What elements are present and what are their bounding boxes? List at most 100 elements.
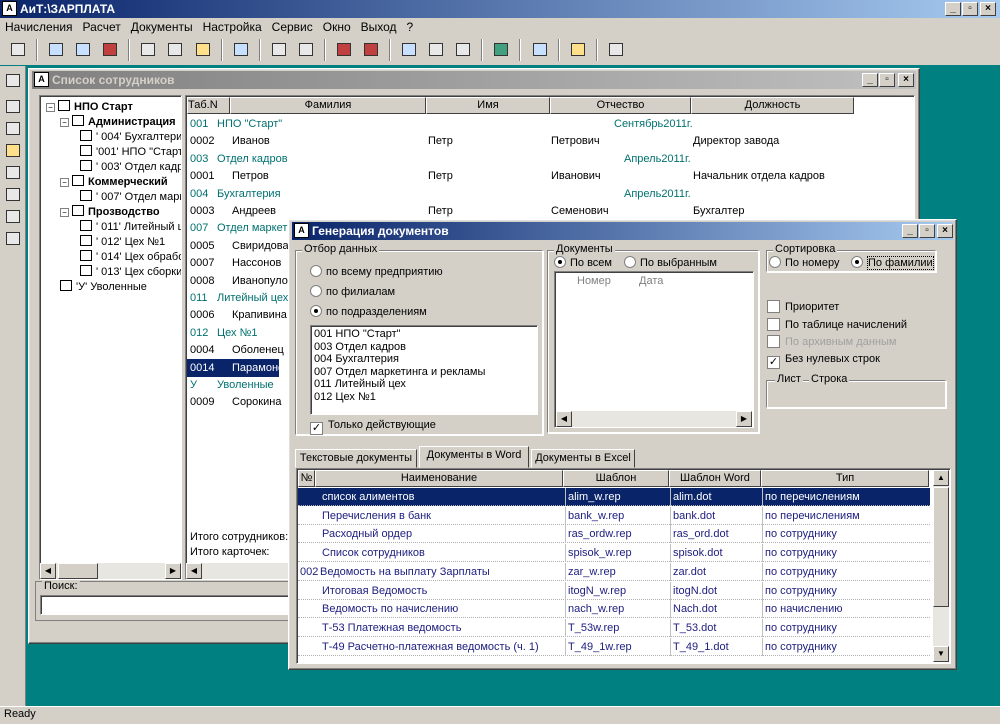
sort-by-number[interactable]: По номеру	[769, 256, 839, 269]
docs-scroll-left-icon[interactable]: ◀	[556, 411, 572, 427]
tree-node-root[interactable]: − НПО Старт	[46, 100, 133, 114]
side-tool-7-icon[interactable]	[2, 206, 24, 228]
doc-column-header[interactable]: Тип	[761, 470, 929, 487]
menu-item[interactable]: ?	[402, 18, 419, 36]
checkbox-icon[interactable]: ✓	[767, 355, 780, 369]
side-tool-4-icon[interactable]	[2, 140, 24, 162]
doc-template-row[interactable]: Т-49 Расчетно-платежная ведомость (ч. 1)…	[298, 637, 930, 656]
tree-node-department[interactable]: ' 014' Цех обработки	[80, 250, 181, 264]
doc-template-row[interactable]: 002 Ведомость на выплату Зарплаты zar_w.re…	[298, 562, 930, 581]
doc-template-row[interactable]: Итоговая Ведомость itogN_w.rep itogN.dot по…	[298, 581, 930, 600]
doc-template-row[interactable]: Расходный ордер ras_ordw.rep ras_ord.dot по…	[298, 525, 930, 544]
menu-item[interactable]: Документы	[126, 18, 198, 36]
side-tool-8-icon[interactable]	[2, 228, 24, 250]
department-listbox[interactable]: 001 НПО "Старт" 003 Отдел кадров 004 Бухга…	[310, 325, 538, 415]
grid-hscroll[interactable]: ◀	[186, 563, 296, 579]
radio-branches-icon[interactable]	[310, 285, 322, 297]
employee-row[interactable]: 0014 Парамонов	[187, 358, 290, 377]
list-icon[interactable]	[529, 39, 551, 61]
tree-node-group[interactable]: − Прозводство	[60, 205, 160, 219]
active-only-checkbox[interactable]: ✓ Только действующие	[310, 419, 436, 435]
sort-by-name[interactable]: По фамилии	[851, 256, 934, 270]
employee-row[interactable]: 001 НПО "Старт" Сентябрь2011г.	[187, 115, 913, 133]
employee-row[interactable]: 0001 Петров Петр Иванович Начальник отдела к…	[187, 167, 913, 185]
doc-template-row[interactable]: Т-53 Платежная ведомость T_53w.rep T_53.do…	[298, 618, 930, 637]
emp-close-button[interactable]: ×	[898, 73, 914, 87]
docgen-tab[interactable]: Документы в Excel	[531, 449, 635, 468]
close-button[interactable]: ×	[980, 2, 996, 16]
docgen-minimize-button[interactable]: _	[902, 224, 918, 238]
emp-maximize-button[interactable]: ▫	[879, 73, 895, 87]
emp-minimize-button[interactable]: _	[862, 73, 878, 87]
checkmark-icon[interactable]: ✓	[310, 422, 323, 435]
radio-docs-all-icon[interactable]	[554, 256, 566, 268]
tree-node-group[interactable]: − Коммерческий	[60, 175, 168, 189]
doc-template-row[interactable]: список алиментов alim_w.rep alim.dot по пер…	[298, 488, 930, 506]
maximize-button[interactable]: ▫	[962, 2, 978, 16]
filter-option-departments[interactable]: по подразделениям	[310, 305, 427, 318]
doc-template-row[interactable]: Ведомость по начислению nach_w.rep Nach.do…	[298, 600, 930, 619]
calc-icon[interactable]	[268, 39, 290, 61]
tree-node-group[interactable]: 'У' Уволенные	[60, 280, 147, 294]
folder-icon[interactable]	[490, 39, 512, 61]
option-checkbox[interactable]: ✓ Без нулевых строк	[767, 353, 880, 369]
employees-column-header[interactable]: Имя	[426, 97, 550, 114]
radio-sort-name-icon[interactable]	[851, 256, 863, 268]
radio-all-icon[interactable]	[310, 265, 322, 277]
note-icon[interactable]	[398, 39, 420, 61]
scroll-up-icon[interactable]: ▲	[933, 470, 949, 486]
edit-icon[interactable]	[192, 39, 214, 61]
filter-icon[interactable]	[425, 39, 447, 61]
collapse-icon[interactable]: −	[60, 178, 69, 187]
tree-node-department[interactable]: ' 007' Отдел маркетинга	[80, 190, 181, 204]
menu-item[interactable]: Расчет	[78, 18, 126, 36]
doc-column-header[interactable]: №	[298, 470, 315, 487]
employee-row[interactable]: 0003 Андреев Петр Семенович Бухгалтер	[187, 202, 913, 220]
tree-node-department[interactable]: ' 004' Бухгалтерия	[80, 130, 181, 144]
checker-icon[interactable]	[295, 39, 317, 61]
tree-node-department[interactable]: ' 012' Цех №1	[80, 235, 165, 249]
docs-option-selected[interactable]: По выбранным	[624, 256, 717, 269]
employees-column-header[interactable]: Таб.N	[187, 97, 230, 114]
department-list-item[interactable]: 007 Отдел маркетинга и рекламы	[314, 366, 534, 379]
docgen-close-button[interactable]: ×	[937, 224, 953, 238]
menu-item[interactable]: Сервис	[267, 18, 318, 36]
grid-scroll-left-icon[interactable]: ◀	[186, 563, 202, 579]
checkbox-icon[interactable]	[767, 335, 780, 348]
checkbox-icon[interactable]	[767, 317, 780, 331]
sort-icon[interactable]	[137, 39, 159, 61]
doc-column-header[interactable]: Шаблон Word	[669, 470, 761, 487]
doc-column-header[interactable]: Шаблон	[563, 470, 669, 487]
network-icon[interactable]	[230, 39, 252, 61]
exit-icon[interactable]	[605, 39, 627, 61]
department-list-item[interactable]: 003 Отдел кадров	[314, 341, 534, 354]
department-tree[interactable]: − НПО Старт − Администрация ' 004' Бухгалтер…	[39, 95, 182, 580]
side-tool-2-icon[interactable]	[2, 96, 24, 118]
calendar-icon[interactable]	[99, 39, 121, 61]
option-checkbox[interactable]: По архивным данным	[767, 335, 896, 348]
employee-row[interactable]: 0002 Иванов Петр Петрович Директор завода	[187, 132, 913, 150]
collapse-icon[interactable]: −	[60, 118, 69, 127]
collapse-icon[interactable]: −	[60, 208, 69, 217]
docs-option-all[interactable]: По всем	[554, 256, 612, 269]
checkbox-icon[interactable]	[767, 300, 780, 313]
print-icon[interactable]	[360, 39, 382, 61]
scroll-down-icon[interactable]: ▼	[933, 646, 949, 662]
documents-list[interactable]: Номер Дата ◀ ▶	[554, 271, 754, 428]
department-list-item[interactable]: 001 НПО "Старт"	[314, 328, 534, 341]
doc-templates-table[interactable]: № Наименование Шаблон Шаблон Word Тип список …	[296, 468, 951, 664]
department-list-item[interactable]: 004 Бухгалтерия	[314, 353, 534, 366]
save-icon[interactable]	[452, 39, 474, 61]
department-list-item[interactable]: 012 Цех №1	[314, 391, 534, 404]
menu-item[interactable]: Начисления	[0, 18, 78, 36]
menu-item[interactable]: Выход	[356, 18, 402, 36]
tree-scroll-left-icon[interactable]: ◀	[40, 563, 56, 579]
docs-hscroll[interactable]: ◀ ▶	[556, 411, 752, 427]
open-icon[interactable]	[7, 39, 29, 61]
scroll-thumb[interactable]	[933, 487, 949, 607]
doc-column-header[interactable]: Наименование	[315, 470, 563, 487]
option-checkbox[interactable]: Приоритет	[767, 300, 839, 313]
doc-template-row[interactable]: Список сотрудников spisok_w.rep spisok.dot…	[298, 544, 930, 563]
menu-item[interactable]: Окно	[318, 18, 356, 36]
radio-docs-selected-icon[interactable]	[624, 256, 636, 268]
